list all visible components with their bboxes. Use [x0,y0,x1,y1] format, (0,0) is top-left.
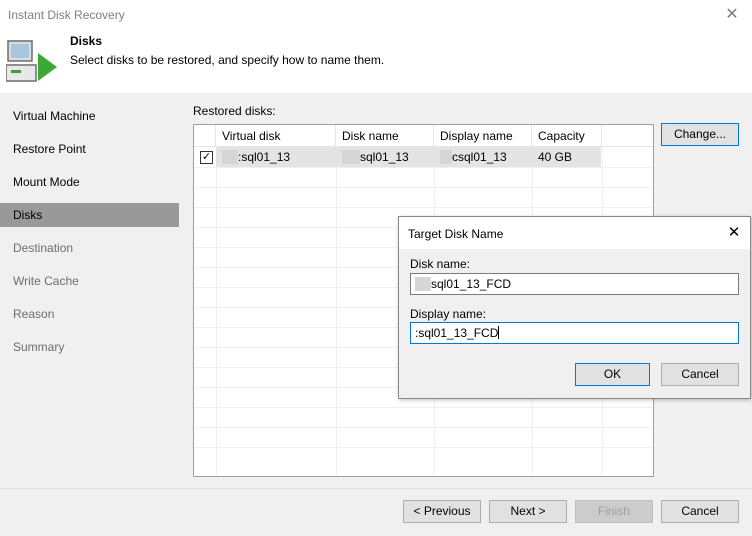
redacted-text [415,276,431,291]
virtual-disk-value: :sql01_13 [238,150,291,164]
sidebar-item-mount-mode[interactable]: Mount Mode [0,170,179,194]
display-name-value: csql01_13 [452,150,507,164]
table-row[interactable]: :sql01_13 sql01_13 csql01_13 40 GB [194,147,653,167]
column-header-capacity[interactable]: Capacity [532,125,602,147]
cell-disk-name: sql01_13 [342,147,409,167]
sidebar-item-disks[interactable]: Disks [0,203,179,227]
sidebar-item-summary: Summary [13,340,65,354]
column-header-check [194,125,216,147]
dialog-title-bar: Target Disk Name ✕ [399,217,750,249]
cell-display-name: csql01_13 [440,147,507,167]
text-caret [498,326,500,340]
display-name-field[interactable]: :sql01_13_FCD [410,322,739,344]
grid-line [194,167,653,168]
disk-name-field[interactable]: sql01_13_FCD [410,273,739,295]
disk-restore-icon [5,39,58,87]
cell-capacity: 40 GB [538,150,573,164]
redacted-text [440,149,452,164]
grid-line [194,187,653,188]
previous-button[interactable]: < Previous [403,500,481,523]
grid-line [194,207,653,208]
sidebar-item-write-cache: Write Cache [13,274,79,288]
title-bar: Instant Disk Recovery ✕ [0,0,752,30]
table-header: Virtual disk Disk name Display name Capa… [194,125,653,147]
wizard-header: Disks Select disks to be restored, and s… [0,30,752,93]
column-header-display-name[interactable]: Display name [434,125,532,147]
sidebar-item-reason: Reason [13,307,55,321]
sidebar-item-destination: Destination [13,241,74,255]
window-close-icon[interactable]: ✕ [720,4,744,26]
target-disk-name-dialog: Target Disk Name ✕ Disk name: sql01_13_F… [398,216,751,399]
redacted-text [222,149,238,164]
wizard-steps-sidebar: Virtual Machine Restore Point Mount Mode… [0,93,180,488]
grid-line [194,407,653,408]
dialog-title: Target Disk Name [408,227,504,241]
wizard-footer: < Previous Next > Finish Cancel [0,488,752,536]
disk-name-field-value: sql01_13_FCD [431,277,512,291]
column-header-virtual-disk[interactable]: Virtual disk [216,125,336,147]
window-title: Instant Disk Recovery [8,8,125,22]
restored-disks-label: Restored disks: [193,104,276,118]
change-button[interactable]: Change... [661,123,739,146]
grid-line [194,447,653,448]
next-button[interactable]: Next > [489,500,567,523]
dialog-cancel-button[interactable]: Cancel [661,363,739,386]
grid-line [194,427,653,428]
redacted-text [342,149,360,164]
page-subtitle: Select disks to be restored, and specify… [70,53,385,67]
instant-disk-recovery-window: Instant Disk Recovery ✕ Disks Select dis… [0,0,752,536]
display-name-label: Display name: [410,307,487,321]
sidebar-item-virtual-machine[interactable]: Virtual Machine [0,104,179,128]
cancel-button[interactable]: Cancel [661,500,739,523]
finish-button: Finish [575,500,653,523]
ok-button[interactable]: OK [575,363,650,386]
row-checkbox[interactable]: ✓ [200,151,213,164]
dialog-close-icon[interactable]: ✕ [724,223,744,243]
disk-name-label: Disk name: [410,257,471,271]
display-name-field-value: :sql01_13_FCD [415,326,499,340]
column-header-disk-name[interactable]: Disk name [336,125,434,147]
page-title: Disks [70,34,103,48]
cell-virtual-disk: :sql01_13 [222,147,290,167]
sidebar-item-restore-point[interactable]: Restore Point [0,137,179,161]
disk-name-value: sql01_13 [360,150,409,164]
